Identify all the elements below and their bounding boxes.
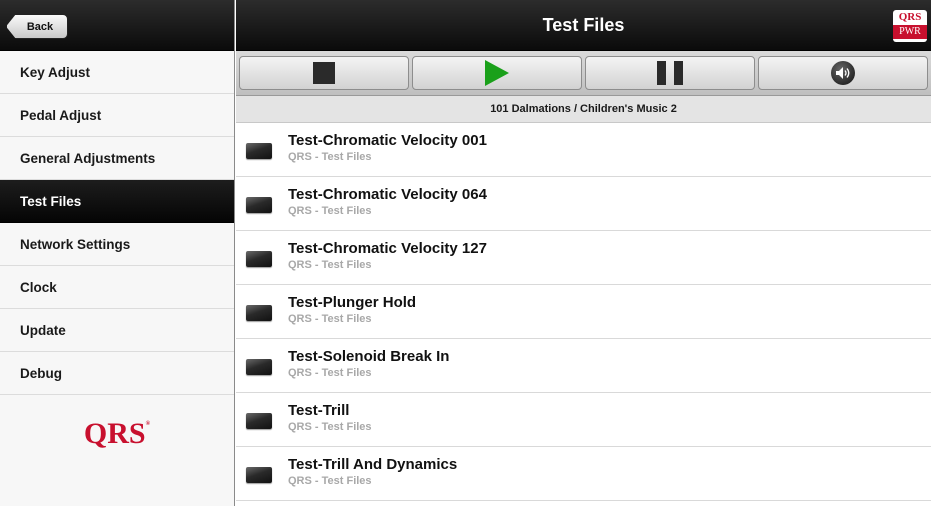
file-subtitle: QRS - Test Files	[288, 205, 372, 217]
file-title: Test-Chromatic Velocity 127	[288, 240, 487, 257]
file-title: Test-Chromatic Velocity 001	[288, 132, 487, 149]
now-playing-label: 101 Dalmations / Children's Music 2	[236, 96, 931, 123]
playback-controls	[236, 51, 931, 96]
qrs-logo-text: QRS	[83, 417, 146, 450]
main-panel: Test Files QRS PWR 101 Dalmations / Chil…	[236, 0, 931, 506]
list-item[interactable]: Test-Trill And Dynamics QRS - Test Files	[236, 447, 931, 501]
file-subtitle: QRS - Test Files	[288, 151, 372, 163]
pause-button[interactable]	[585, 56, 755, 90]
file-subtitle: QRS - Test Files	[288, 313, 372, 325]
sidebar-item-general-adjustments[interactable]: General Adjustments	[0, 137, 234, 180]
piano-roll-icon	[246, 413, 272, 429]
piano-roll-icon	[246, 359, 272, 375]
qrs-pwr-logo: QRS PWR	[893, 10, 927, 42]
sidebar-item-key-adjust[interactable]: Key Adjust	[0, 51, 234, 94]
piano-roll-icon	[246, 197, 272, 213]
piano-roll-icon	[246, 251, 272, 267]
pause-icon	[657, 61, 683, 85]
sidebar: Back Key Adjust Pedal Adjust General Adj…	[0, 0, 235, 506]
play-icon	[485, 60, 509, 86]
stop-button[interactable]	[239, 56, 409, 90]
qrs-logo: QRS®	[0, 395, 234, 451]
sidebar-item-clock[interactable]: Clock	[0, 266, 234, 309]
file-title: Test-Trill And Dynamics	[288, 456, 458, 473]
file-subtitle: QRS - Test Files	[288, 367, 372, 379]
sidebar-item-pedal-adjust[interactable]: Pedal Adjust	[0, 94, 234, 137]
sidebar-item-test-files[interactable]: Test Files	[0, 180, 234, 223]
stop-icon	[313, 62, 335, 84]
file-list: Test-Chromatic Velocity 001 QRS - Test F…	[236, 123, 931, 501]
play-button[interactable]	[412, 56, 582, 90]
sidebar-header: Back	[0, 0, 234, 51]
sidebar-item-network-settings[interactable]: Network Settings	[0, 223, 234, 266]
list-item[interactable]: Test-Plunger Hold QRS - Test Files	[236, 285, 931, 339]
volume-icon	[831, 61, 855, 85]
file-subtitle: QRS - Test Files	[288, 421, 372, 433]
piano-roll-icon	[246, 143, 272, 159]
file-title: Test-Solenoid Break In	[288, 348, 450, 365]
sidebar-item-debug[interactable]: Debug	[0, 352, 234, 395]
list-item[interactable]: Test-Chromatic Velocity 001 QRS - Test F…	[236, 123, 931, 177]
back-button[interactable]: Back	[6, 14, 68, 39]
file-title: Test-Plunger Hold	[288, 294, 417, 311]
registered-mark: ®	[145, 421, 151, 427]
list-item[interactable]: Test-Chromatic Velocity 127 QRS - Test F…	[236, 231, 931, 285]
piano-roll-icon	[246, 305, 272, 321]
file-title: Test-Chromatic Velocity 064	[288, 186, 487, 203]
pwr-logo-line2: PWR	[893, 25, 927, 39]
title-bar: Test Files QRS PWR	[236, 0, 931, 51]
file-title: Test-Trill	[288, 402, 350, 419]
list-item[interactable]: Test-Chromatic Velocity 064 QRS - Test F…	[236, 177, 931, 231]
list-item[interactable]: Test-Solenoid Break In QRS - Test Files	[236, 339, 931, 393]
list-item[interactable]: Test-Trill QRS - Test Files	[236, 393, 931, 447]
piano-roll-icon	[246, 467, 272, 483]
volume-button[interactable]	[758, 56, 928, 90]
pwr-logo-line1: QRS	[898, 11, 922, 23]
file-subtitle: QRS - Test Files	[288, 259, 372, 271]
page-title: Test Files	[542, 15, 625, 35]
file-subtitle: QRS - Test Files	[288, 475, 372, 487]
sidebar-item-update[interactable]: Update	[0, 309, 234, 352]
sidebar-menu: Key Adjust Pedal Adjust General Adjustme…	[0, 51, 234, 395]
